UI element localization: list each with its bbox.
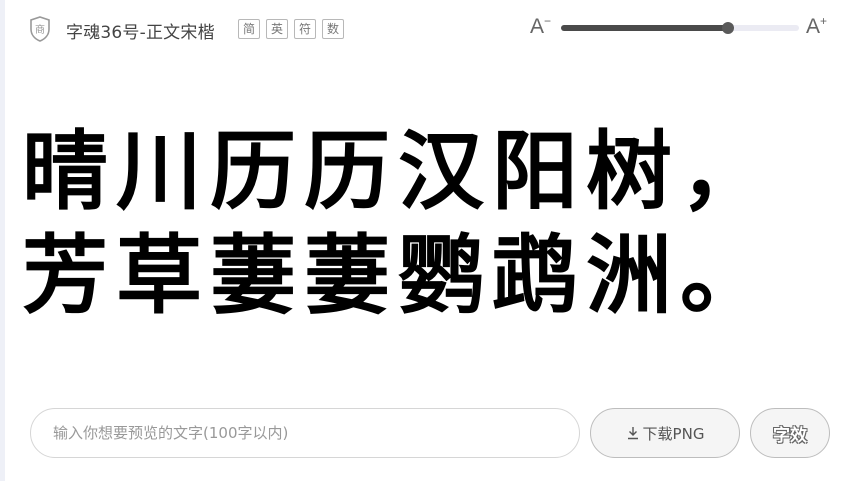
font-size-slider[interactable] (561, 22, 799, 34)
font-size-decrease-sup: − (544, 14, 552, 28)
left-edge-strip (0, 0, 5, 481)
shield-icon: 商 (30, 16, 50, 42)
slider-fill (561, 25, 728, 31)
text-effect-button[interactable]: 字效 (750, 408, 830, 458)
text-effect-label: 字效 (773, 425, 807, 446)
header-bar: 商 字魂36号-正文宋楷 简 英 符 数 A− A+ (0, 0, 849, 58)
download-png-button[interactable]: 下载PNG (590, 408, 740, 458)
download-png-label: 下载PNG (642, 424, 705, 443)
preview-line-1: 晴川历历汉阳树， (22, 121, 774, 222)
download-icon (627, 427, 638, 440)
preview-line-2: 芳草萋萋鹦鹉洲。 (22, 225, 774, 326)
font-preview-area: 晴川历历汉阳树， 芳草萋萋鹦鹉洲。 (22, 120, 822, 328)
preview-text-input-wrapper (30, 408, 580, 458)
charset-tag-symbols[interactable]: 符 (294, 19, 316, 39)
font-size-increase-label: A (806, 15, 821, 38)
font-size-increase-sup: + (820, 14, 828, 28)
charset-tag-digits[interactable]: 数 (322, 19, 344, 39)
font-name: 字魂36号-正文宋楷 (66, 23, 215, 43)
preview-text-input[interactable] (53, 409, 558, 457)
charset-tags: 简 英 符 数 (238, 19, 344, 39)
font-size-decrease-label: A (530, 15, 545, 38)
font-size-increase-button[interactable]: A+ (806, 14, 828, 39)
charset-tag-simplified[interactable]: 简 (238, 19, 260, 39)
font-size-decrease-button[interactable]: A− (530, 14, 552, 39)
charset-tag-english[interactable]: 英 (266, 19, 288, 39)
slider-thumb[interactable] (722, 22, 734, 34)
shield-glyph: 商 (35, 23, 45, 36)
